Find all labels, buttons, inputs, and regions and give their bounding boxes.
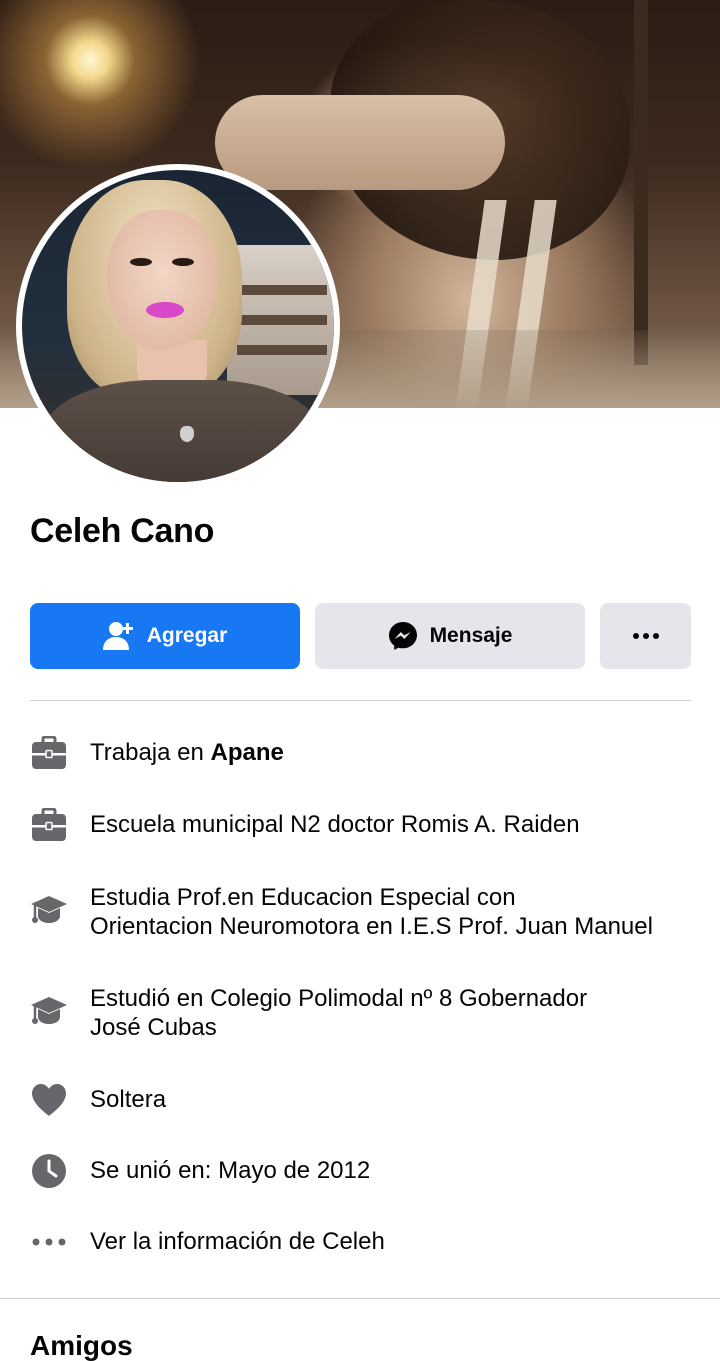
friends-section-title[interactable]: Amigos [30, 1330, 133, 1361]
add-friend-label: Agregar [146, 624, 228, 647]
info-row-work: Trabaja en Apane [30, 734, 690, 772]
clock-icon [30, 1152, 68, 1190]
more-horizontal-icon [30, 1223, 68, 1261]
message-label: Mensaje [429, 624, 513, 647]
work-2-text: Escuela municipal N2 doctor Romis A. Rai… [90, 811, 580, 838]
info-row-studies: Estudia Prof.en Educacion Especial con O… [30, 883, 690, 941]
relationship-text: Soltera [90, 1086, 167, 1113]
profile-picture[interactable] [16, 164, 340, 488]
info-row-studied: Estudió en Colegio Polimodal nº 8 Gobern… [30, 984, 690, 1042]
messenger-icon [388, 621, 418, 651]
see-more-info-label: Ver la información de Celeh [90, 1228, 385, 1255]
info-row-joined: Se unió en: Mayo de 2012 [30, 1152, 690, 1190]
studies-line-1: Estudia Prof.en Educacion Especial con [90, 884, 516, 911]
studied-line-2: José Cubas [90, 1014, 217, 1041]
studied-line-1: Estudió en Colegio Polimodal nº 8 Gobern… [90, 985, 588, 1012]
avatar [22, 170, 334, 482]
graduation-cap-icon [30, 992, 68, 1030]
add-friend-button[interactable]: Agregar [30, 603, 300, 669]
joined-text: Se unió en: Mayo de 2012 [90, 1157, 371, 1184]
briefcase-icon [30, 734, 68, 772]
work-place-link[interactable]: Apane [211, 739, 284, 766]
message-button[interactable]: Mensaje [315, 603, 585, 669]
section-divider [0, 1298, 720, 1299]
add-friend-icon [102, 621, 135, 651]
more-options-button[interactable] [600, 603, 691, 669]
graduation-cap-icon [30, 891, 68, 929]
info-row-work-2: Escuela municipal N2 doctor Romis A. Rai… [30, 806, 690, 844]
info-row-relationship: Soltera [30, 1081, 690, 1119]
studies-line-2: Orientacion Neuromotora en I.E.S Prof. J… [90, 913, 653, 940]
work-prefix: Trabaja en [90, 739, 211, 766]
profile-name: Celeh Cano [30, 512, 215, 550]
more-horizontal-icon [632, 633, 659, 639]
see-more-info-link[interactable]: Ver la información de Celeh [30, 1223, 690, 1261]
heart-icon [30, 1081, 68, 1119]
divider [30, 700, 691, 701]
briefcase-icon [30, 806, 68, 844]
